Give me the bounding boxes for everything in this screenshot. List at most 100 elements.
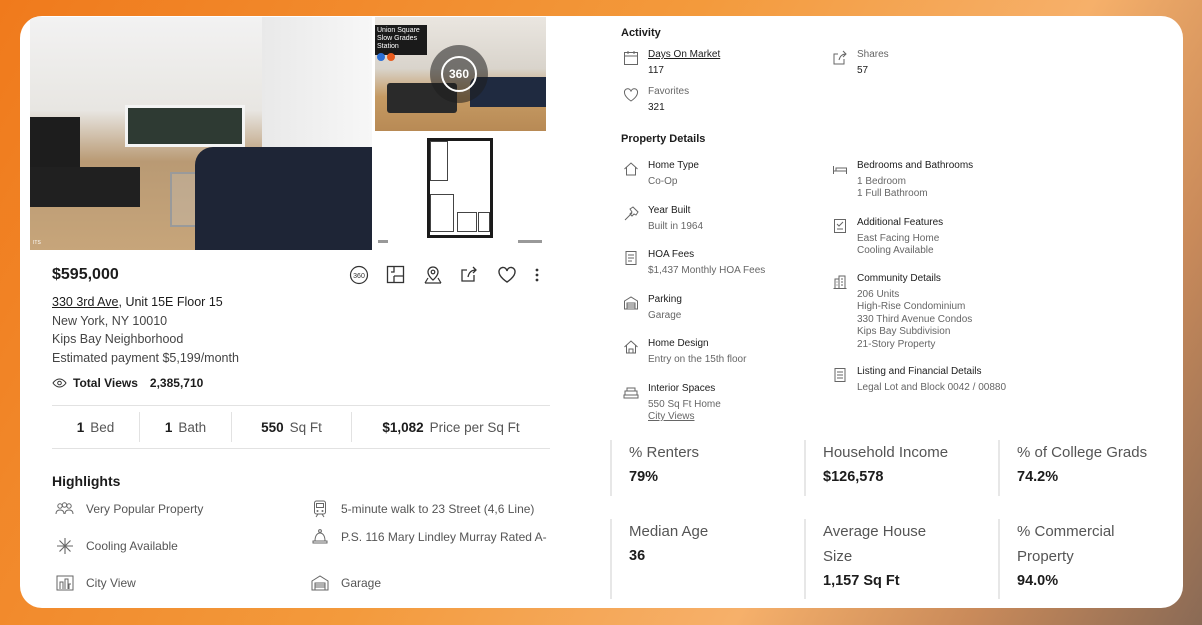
train-icon [310,500,329,518]
detail-interior-spaces: Interior Spaces 550 Sq Ft Home City Views [623,383,721,424]
detail-value: Kips Bay Subdivision [857,326,951,337]
heart-icon[interactable] [495,263,518,286]
pano-photo[interactable]: Union Square Slow Grades Station 360 [375,17,546,131]
detail-title: Year Built [648,205,691,216]
highlight-text: P.S. 116 Mary Lindley Murray Rated A- [341,530,547,544]
detail-title: Home Type [648,160,699,171]
demo-value: 1,157 Sq Ft [823,573,900,589]
map-pin-icon[interactable] [421,263,444,286]
stat-bath: 1 Bath [140,412,232,442]
360-icon[interactable]: 360 [347,263,370,286]
highlight-text: Garage [341,576,382,590]
unit-text: , Unit 15E Floor 15 [118,295,223,309]
detail-title: Community Details [857,273,941,284]
pano-360-icon: 360 [441,56,477,92]
detail-title: Interior Spaces [648,383,716,394]
detail-value: Cooling Available [857,245,934,256]
shares-value: 57 [857,64,869,76]
stat-commercial-property: % Commercial Property 94.0% [998,519,1158,599]
home-design-icon [624,340,638,354]
hammer-icon [624,206,639,221]
property-details-title: Property Details [621,133,706,145]
document-icon [834,368,846,382]
detail-community: Community Details 206 Units High-Rise Co… [832,273,972,351]
stat-bed: 1 Bed [52,412,140,442]
shares-label: Shares [857,49,889,60]
detail-value: East Facing Home [857,232,940,244]
floorplan-thumbnail[interactable] [375,134,546,250]
building-icon [833,275,847,289]
activity-shares: Shares 57 [832,49,889,77]
stat-value: $1,082 [382,419,424,435]
detail-value: High-Rise Condominium [857,301,966,312]
main-photo[interactable]: ITS [30,17,372,250]
eye-icon [52,378,67,388]
demo-label: % of College Grads [1017,444,1148,461]
photo-tv-stand [30,167,140,207]
detail-title: HOA Fees [648,249,695,260]
highlight-item: Garage [310,574,555,592]
photo-sofa [195,147,372,250]
listing-price: $595,000 [52,266,119,283]
stat-price-per-sqft: $1,082 Price per Sq Ft [352,412,550,442]
floorplan-bedroom [430,141,448,181]
highlight-item: Very Popular Property [55,500,285,518]
stat-college-grads: % of College Grads 74.2% [998,440,1183,496]
stat-label: Bath [178,419,207,435]
sign-line-1: Union Square [377,27,420,34]
floorplan-logo-right [518,240,542,243]
pano-360-badge[interactable]: 360 [430,45,488,103]
demo-label: Average House Size [823,523,927,565]
highlights-title: Highlights [52,473,121,489]
line-chip-e [377,53,385,61]
street-link[interactable]: 330 3rd Ave [52,295,119,309]
detail-value: $1,437 Monthly HOA Fees [648,264,766,276]
stat-value: 1 [164,419,173,435]
detail-hoa-fees: HOA Fees $1,437 Monthly HOA Fees [623,249,765,277]
neighborhood-stats: % Renters 79% Household Income $126,578 … [610,440,1183,600]
stat-household-income: Household Income $126,578 [804,440,984,496]
demo-label: Median Age [629,523,709,540]
features-icon [834,219,846,233]
demo-label: % Commercial Property [1017,523,1115,565]
share-icon [833,50,847,65]
detail-listing-financial: Listing and Financial Details Legal Lot a… [832,366,1006,394]
photo-wall [262,17,372,167]
floorplan-logo-left [378,240,388,243]
highlight-text: Very Popular Property [86,502,204,516]
highlight-text: Cooling Available [86,539,178,553]
stats-bar: 1 Bed 1 Bath 550 Sq Ft $1,082 Price per Sq F… [52,405,550,449]
more-icon[interactable] [532,263,542,286]
activity-title: Activity [621,27,661,39]
city-views-link[interactable]: City Views [648,411,721,424]
detail-title: Home Design [648,338,709,349]
days-on-market-link[interactable]: Days On Market [648,49,720,62]
stat-value: 1 [76,419,85,435]
stat-sqft: 550 Sq Ft [232,412,352,442]
action-toolbar: 360 [347,263,542,286]
detail-additional-features: Additional Features East Facing Home Cooli… [832,217,943,258]
heart-icon [623,88,639,102]
detail-value: 550 Sq Ft Home [648,398,721,410]
snowflake-icon [55,537,74,555]
detail-value: Co-Op [648,175,678,187]
stat-label: Price per Sq Ft [429,419,520,435]
activity-favorites: Favorites 321 [623,86,689,114]
demo-label: % Renters [629,444,700,461]
garage-icon [310,574,329,592]
people-icon [55,500,74,518]
detail-home-type: Home Type Co-Op [623,160,699,188]
highlight-item: City View [55,574,285,592]
demo-value: 74.2% [1017,469,1059,485]
photo-credit: ITS [33,240,41,246]
photo-window [125,105,245,147]
total-views-label: Total Views [73,376,138,390]
floorplan-icon[interactable] [384,263,407,286]
floorplan-kitchen [430,194,454,232]
stat-renters: % Renters 79% [610,440,790,496]
city-view-icon [55,574,74,592]
share-icon[interactable] [458,263,481,286]
listing-card: ITS Union Square Slow Grades Station 360… [20,16,1183,608]
detail-value: 21-Story Property [857,338,936,350]
favorites-label: Favorites [648,86,690,97]
